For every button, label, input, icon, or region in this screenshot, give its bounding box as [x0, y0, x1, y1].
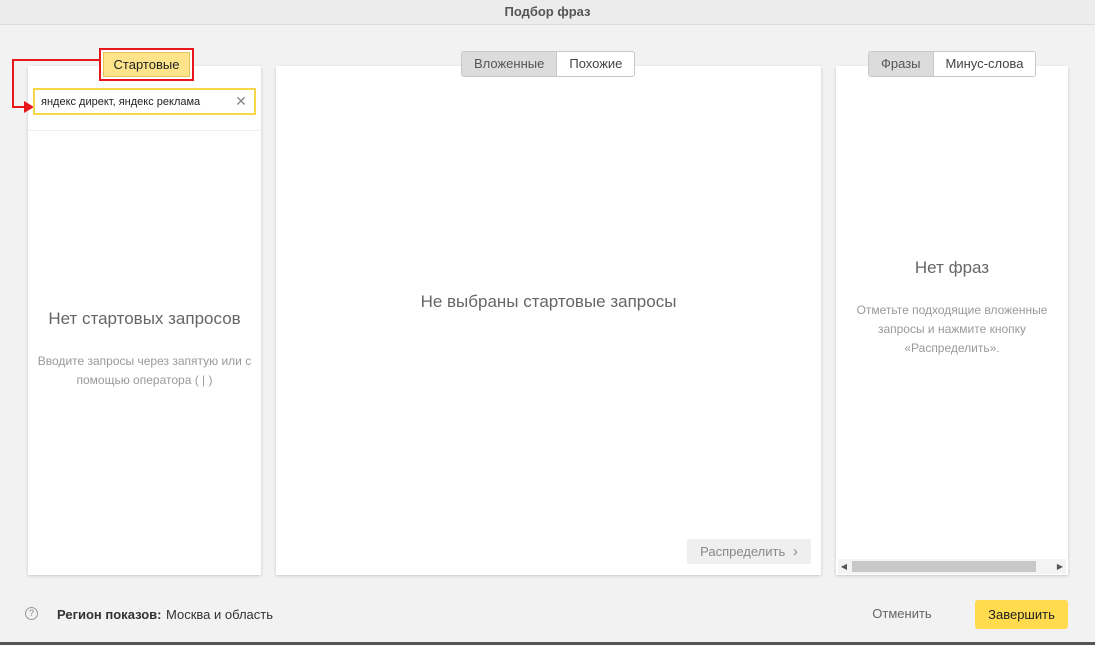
- annotation-arrow-vertical: [12, 60, 14, 108]
- right-empty-text: Отметьте подходящие вложенные запросы и …: [856, 303, 1048, 355]
- start-empty-title: Нет стартовых запросов: [48, 309, 241, 328]
- tab-phrases[interactable]: Фразы: [869, 52, 933, 76]
- divider: [28, 130, 261, 131]
- distribute-button[interactable]: Распределить ›: [687, 539, 811, 564]
- clear-icon[interactable]: ✕: [234, 94, 248, 108]
- middle-tabs: Вложенные Похожие: [461, 51, 636, 77]
- scroll-left-icon[interactable]: ◀: [838, 559, 850, 574]
- finish-button[interactable]: Завершить: [975, 600, 1068, 629]
- help-icon[interactable]: ?: [25, 607, 38, 620]
- tab-nested[interactable]: Вложенные: [462, 52, 557, 76]
- tab-similar[interactable]: Похожие: [556, 52, 634, 76]
- middle-empty-title: Не выбраны стартовые запросы: [420, 292, 677, 311]
- annotation-arrow-top: [12, 59, 100, 61]
- cancel-button[interactable]: Отменить: [860, 600, 944, 628]
- distribute-label: Распределить: [700, 544, 786, 559]
- start-query-field: ✕: [33, 88, 256, 115]
- right-tabs: Фразы Минус-слова: [868, 51, 1037, 77]
- scroll-right-icon[interactable]: ▶: [1054, 559, 1066, 574]
- scrollbar-thumb[interactable]: [852, 561, 1036, 572]
- region-label: Регион показов:: [57, 607, 162, 622]
- nested-queries-panel: [276, 66, 821, 575]
- tab-start-highlight: Стартовые: [99, 48, 194, 81]
- horizontal-scrollbar[interactable]: ◀ ▶: [838, 559, 1066, 574]
- window-title: Подбор фраз: [0, 0, 1095, 25]
- region-value[interactable]: Москва и область: [166, 607, 273, 622]
- start-query-input[interactable]: [41, 93, 227, 111]
- start-empty-text: Вводите запросы через запятую или с помо…: [37, 354, 252, 387]
- tab-negative-words[interactable]: Минус-слова: [932, 52, 1036, 76]
- tab-start[interactable]: Стартовые: [103, 52, 190, 77]
- chevron-right-icon: ›: [792, 543, 798, 560]
- right-empty-title: Нет фраз: [914, 258, 990, 277]
